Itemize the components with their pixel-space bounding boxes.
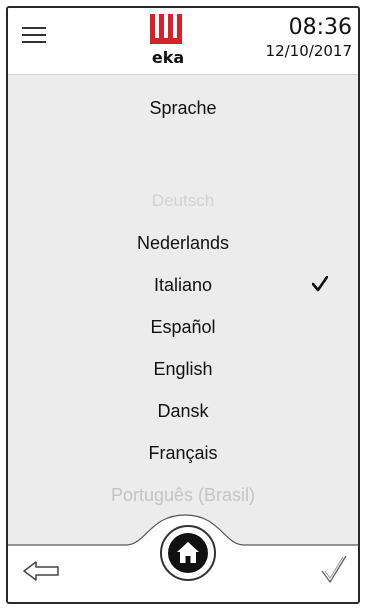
- back-arrow-icon[interactable]: [22, 559, 62, 583]
- language-label: English: [153, 359, 213, 379]
- confirm-check-icon[interactable]: [320, 553, 348, 585]
- checkmark-icon: [312, 276, 328, 292]
- language-panel: Sprache Deutsch Nederlands Italiano Espa…: [8, 75, 358, 545]
- language-item-espanol[interactable]: Español: [8, 306, 358, 348]
- clock-date: 12/10/2017: [265, 42, 352, 60]
- language-label: Español: [150, 317, 216, 337]
- language-item-italiano[interactable]: Italiano: [8, 264, 358, 306]
- eka-logo: eka: [148, 12, 200, 70]
- language-list[interactable]: Deutsch Nederlands Italiano Español Engl…: [8, 180, 358, 516]
- language-label: Italiano: [153, 275, 213, 295]
- language-label: Dansk: [157, 401, 209, 421]
- page-title: Sprache: [149, 98, 217, 118]
- header-bar: eka 08:36 12/10/2017: [8, 8, 358, 75]
- hamburger-menu-icon[interactable]: [22, 25, 46, 45]
- logo-text: eka: [151, 48, 185, 67]
- device-screen: eka 08:36 12/10/2017 Sprache Deutsch Ned…: [6, 6, 360, 604]
- language-label: Português (Brasil): [110, 485, 256, 505]
- clock: 08:36 12/10/2017: [266, 16, 352, 62]
- clock-time: 08:36: [288, 15, 352, 40]
- language-item-deutsch[interactable]: Deutsch: [8, 180, 358, 222]
- footer-bar: [8, 514, 358, 602]
- language-label: Nederlands: [136, 233, 230, 253]
- language-item-english[interactable]: English: [8, 348, 358, 390]
- language-label: Deutsch: [151, 191, 215, 210]
- home-icon: [168, 533, 208, 573]
- language-item-nederlands[interactable]: Nederlands: [8, 222, 358, 264]
- language-item-portugues-brasil[interactable]: Português (Brasil): [8, 474, 358, 516]
- home-button[interactable]: [160, 525, 216, 581]
- language-item-francais[interactable]: Français: [8, 432, 358, 474]
- language-label: Français: [148, 443, 218, 463]
- language-item-dansk[interactable]: Dansk: [8, 390, 358, 432]
